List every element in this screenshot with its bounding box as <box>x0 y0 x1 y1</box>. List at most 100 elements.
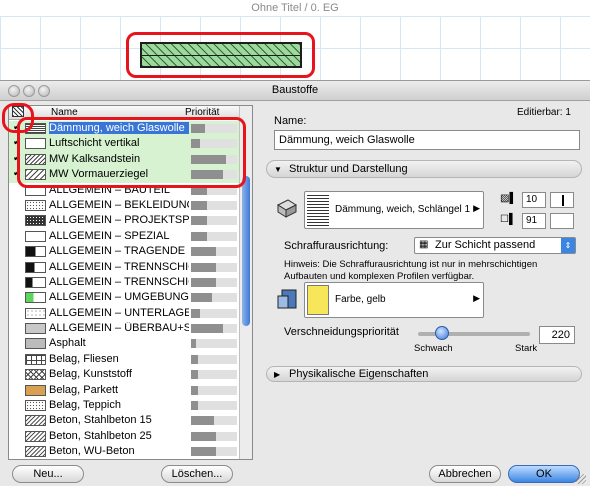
materials-dialog: Baustoffe Name Priorität ✔ Dämmung, weich… <box>0 80 590 486</box>
cancel-button[interactable]: Abbrechen <box>429 465 501 483</box>
list-row[interactable]: ALLGEMEIN – UNTERLAGE <box>9 306 240 321</box>
priority-bar <box>191 231 237 241</box>
priority-bar-fill <box>191 277 216 287</box>
surface-swatch <box>307 285 329 315</box>
pen2-field[interactable]: 91 <box>522 213 546 229</box>
new-button[interactable]: Neu... <box>12 465 84 483</box>
material-name: ALLGEMEIN – UNTERLAGE <box>49 306 189 319</box>
priority-bar <box>191 370 237 380</box>
priority-bar <box>191 324 237 334</box>
hatch-orientation-icon: ▦ <box>419 239 429 250</box>
pen2-value: 91 <box>526 215 538 226</box>
fill-swatch <box>25 307 46 319</box>
priority-bar-fill <box>191 431 216 441</box>
select-arrows-icon: ⇕ <box>561 238 575 253</box>
fill-swatch <box>25 276 46 288</box>
fill-pattern-swatch <box>307 194 329 226</box>
list-row[interactable]: ALLGEMEIN – UMGEBUNG <box>9 290 240 305</box>
priority-bar-fill <box>191 370 198 380</box>
priority-bar-fill <box>191 247 216 257</box>
section-physical[interactable]: ▶ Physikalische Eigenschaften <box>266 366 582 382</box>
highlight-wall <box>126 32 315 78</box>
material-name: ALLGEMEIN – TRENNSCHICH <box>49 275 189 288</box>
material-name: Belag, Teppich <box>49 399 121 412</box>
material-name: Beton, WU-Beton <box>49 445 135 458</box>
hatch-orientation-value: Zur Schicht passend <box>435 239 536 251</box>
priority-bar-fill <box>191 216 207 226</box>
list-row[interactable]: ALLGEMEIN – SPEZIAL <box>9 229 240 244</box>
dialog-titlebar: Baustoffe <box>0 81 590 101</box>
list-row[interactable]: Beton, WU-Beton <box>9 444 240 459</box>
priority-bar <box>191 262 237 272</box>
list-row[interactable]: Belag, Kunststoff <box>9 367 240 382</box>
name-field[interactable]: Dämmung, weich Glaswolle <box>274 130 580 150</box>
list-row[interactable]: ALLGEMEIN – TRENNSCHICH <box>9 260 240 275</box>
material-name: ALLGEMEIN – ÜBERBAU+SEC <box>49 322 189 335</box>
fill-swatch <box>25 384 46 396</box>
priority-bar <box>191 447 237 457</box>
disclosure-closed-icon: ▶ <box>274 370 281 379</box>
drawing-window: Ohne Titel / 0. EG <box>0 0 590 80</box>
slider-weak-label: Schwach <box>414 343 453 354</box>
priority-bar <box>191 293 237 303</box>
ok-button[interactable]: OK <box>508 465 580 483</box>
list-row[interactable]: ALLGEMEIN – TRAGENDE BA <box>9 244 240 259</box>
resize-grip-icon[interactable] <box>576 474 586 484</box>
list-row[interactable]: Belag, Teppich <box>9 398 240 413</box>
fill-swatch <box>25 246 46 258</box>
list-row[interactable]: ALLGEMEIN – PROJEKTSPEZI <box>9 213 240 228</box>
surface-name: Farbe, gelb <box>335 294 386 305</box>
surface-popup[interactable]: Farbe, gelb ▶ <box>304 282 484 318</box>
list-scroll-thumb[interactable] <box>242 176 250 326</box>
pen1-field[interactable]: 10 <box>522 192 546 208</box>
list-row[interactable]: Beton, Stahlbeton 15 <box>9 413 240 428</box>
list-row[interactable]: Asphalt <box>9 336 240 351</box>
fill-swatch <box>25 415 46 427</box>
section-structure[interactable]: ▼ Struktur und Darstellung <box>266 160 582 178</box>
section-structure-label: Struktur und Darstellung <box>289 163 408 175</box>
material-name: ALLGEMEIN – PROJEKTSPEZI <box>49 214 189 227</box>
fill-swatch <box>25 199 46 211</box>
list-row[interactable]: ALLGEMEIN – TRENNSCHICH <box>9 275 240 290</box>
pen1-line <box>562 195 564 206</box>
fill-swatch <box>25 292 46 304</box>
list-row[interactable]: Belag, Fliesen <box>9 352 240 367</box>
fill-type-icon <box>276 197 298 219</box>
window-title: Ohne Titel / 0. EG <box>251 2 339 14</box>
priority-bar-fill <box>191 447 216 457</box>
material-name: Belag, Parkett <box>49 383 119 396</box>
material-name: ALLGEMEIN – UMGEBUNG <box>49 291 189 304</box>
priority-bar <box>191 277 237 287</box>
list-row[interactable]: ALLGEMEIN – BEKLEIDUNG <box>9 198 240 213</box>
pen1-swatch[interactable] <box>550 192 574 208</box>
popup-arrow-icon: ▶ <box>473 203 480 213</box>
hatch-orientation-select[interactable]: ▦ Zur Schicht passend ⇕ <box>414 237 576 254</box>
pen2-swatch[interactable] <box>550 213 574 229</box>
list-row[interactable]: Beton, Stahlbeton 25 <box>9 429 240 444</box>
hatch-orientation-label: Schraffurausrichtung: <box>284 240 389 252</box>
fill-swatch <box>25 261 46 273</box>
list-row[interactable]: ALLGEMEIN – ÜBERBAU+SEC <box>9 321 240 336</box>
fill-swatch <box>25 446 46 458</box>
priority-bar <box>191 416 237 426</box>
priority-bar-fill <box>191 200 207 210</box>
priority-bar-fill <box>191 262 216 272</box>
priority-bar-fill <box>191 416 214 426</box>
orientation-hint: Hinweis: Die Schraffurausrichtung ist nu… <box>284 259 538 282</box>
priority-bar-fill <box>191 401 198 411</box>
priority-bar <box>191 354 237 364</box>
material-name: ALLGEMEIN – TRAGENDE BA <box>49 245 189 258</box>
slider-strong-label: Stark <box>515 343 538 354</box>
fill-swatch <box>25 323 46 335</box>
delete-button[interactable]: Löschen... <box>161 465 233 483</box>
priority-bar <box>191 385 237 395</box>
fill-swatch <box>25 215 46 227</box>
priority-slider-knob[interactable] <box>434 326 449 340</box>
material-name: Asphalt <box>49 337 86 350</box>
priority-field[interactable]: 220 <box>539 326 575 344</box>
pen1-value: 10 <box>526 194 538 205</box>
fill-swatch <box>25 430 46 442</box>
list-row[interactable]: Belag, Parkett <box>9 383 240 398</box>
fill-pattern-popup[interactable]: Dämmung, weich, Schlängel 1 ▶ <box>304 191 484 229</box>
surface-arrow-icon: ▶ <box>473 293 480 303</box>
